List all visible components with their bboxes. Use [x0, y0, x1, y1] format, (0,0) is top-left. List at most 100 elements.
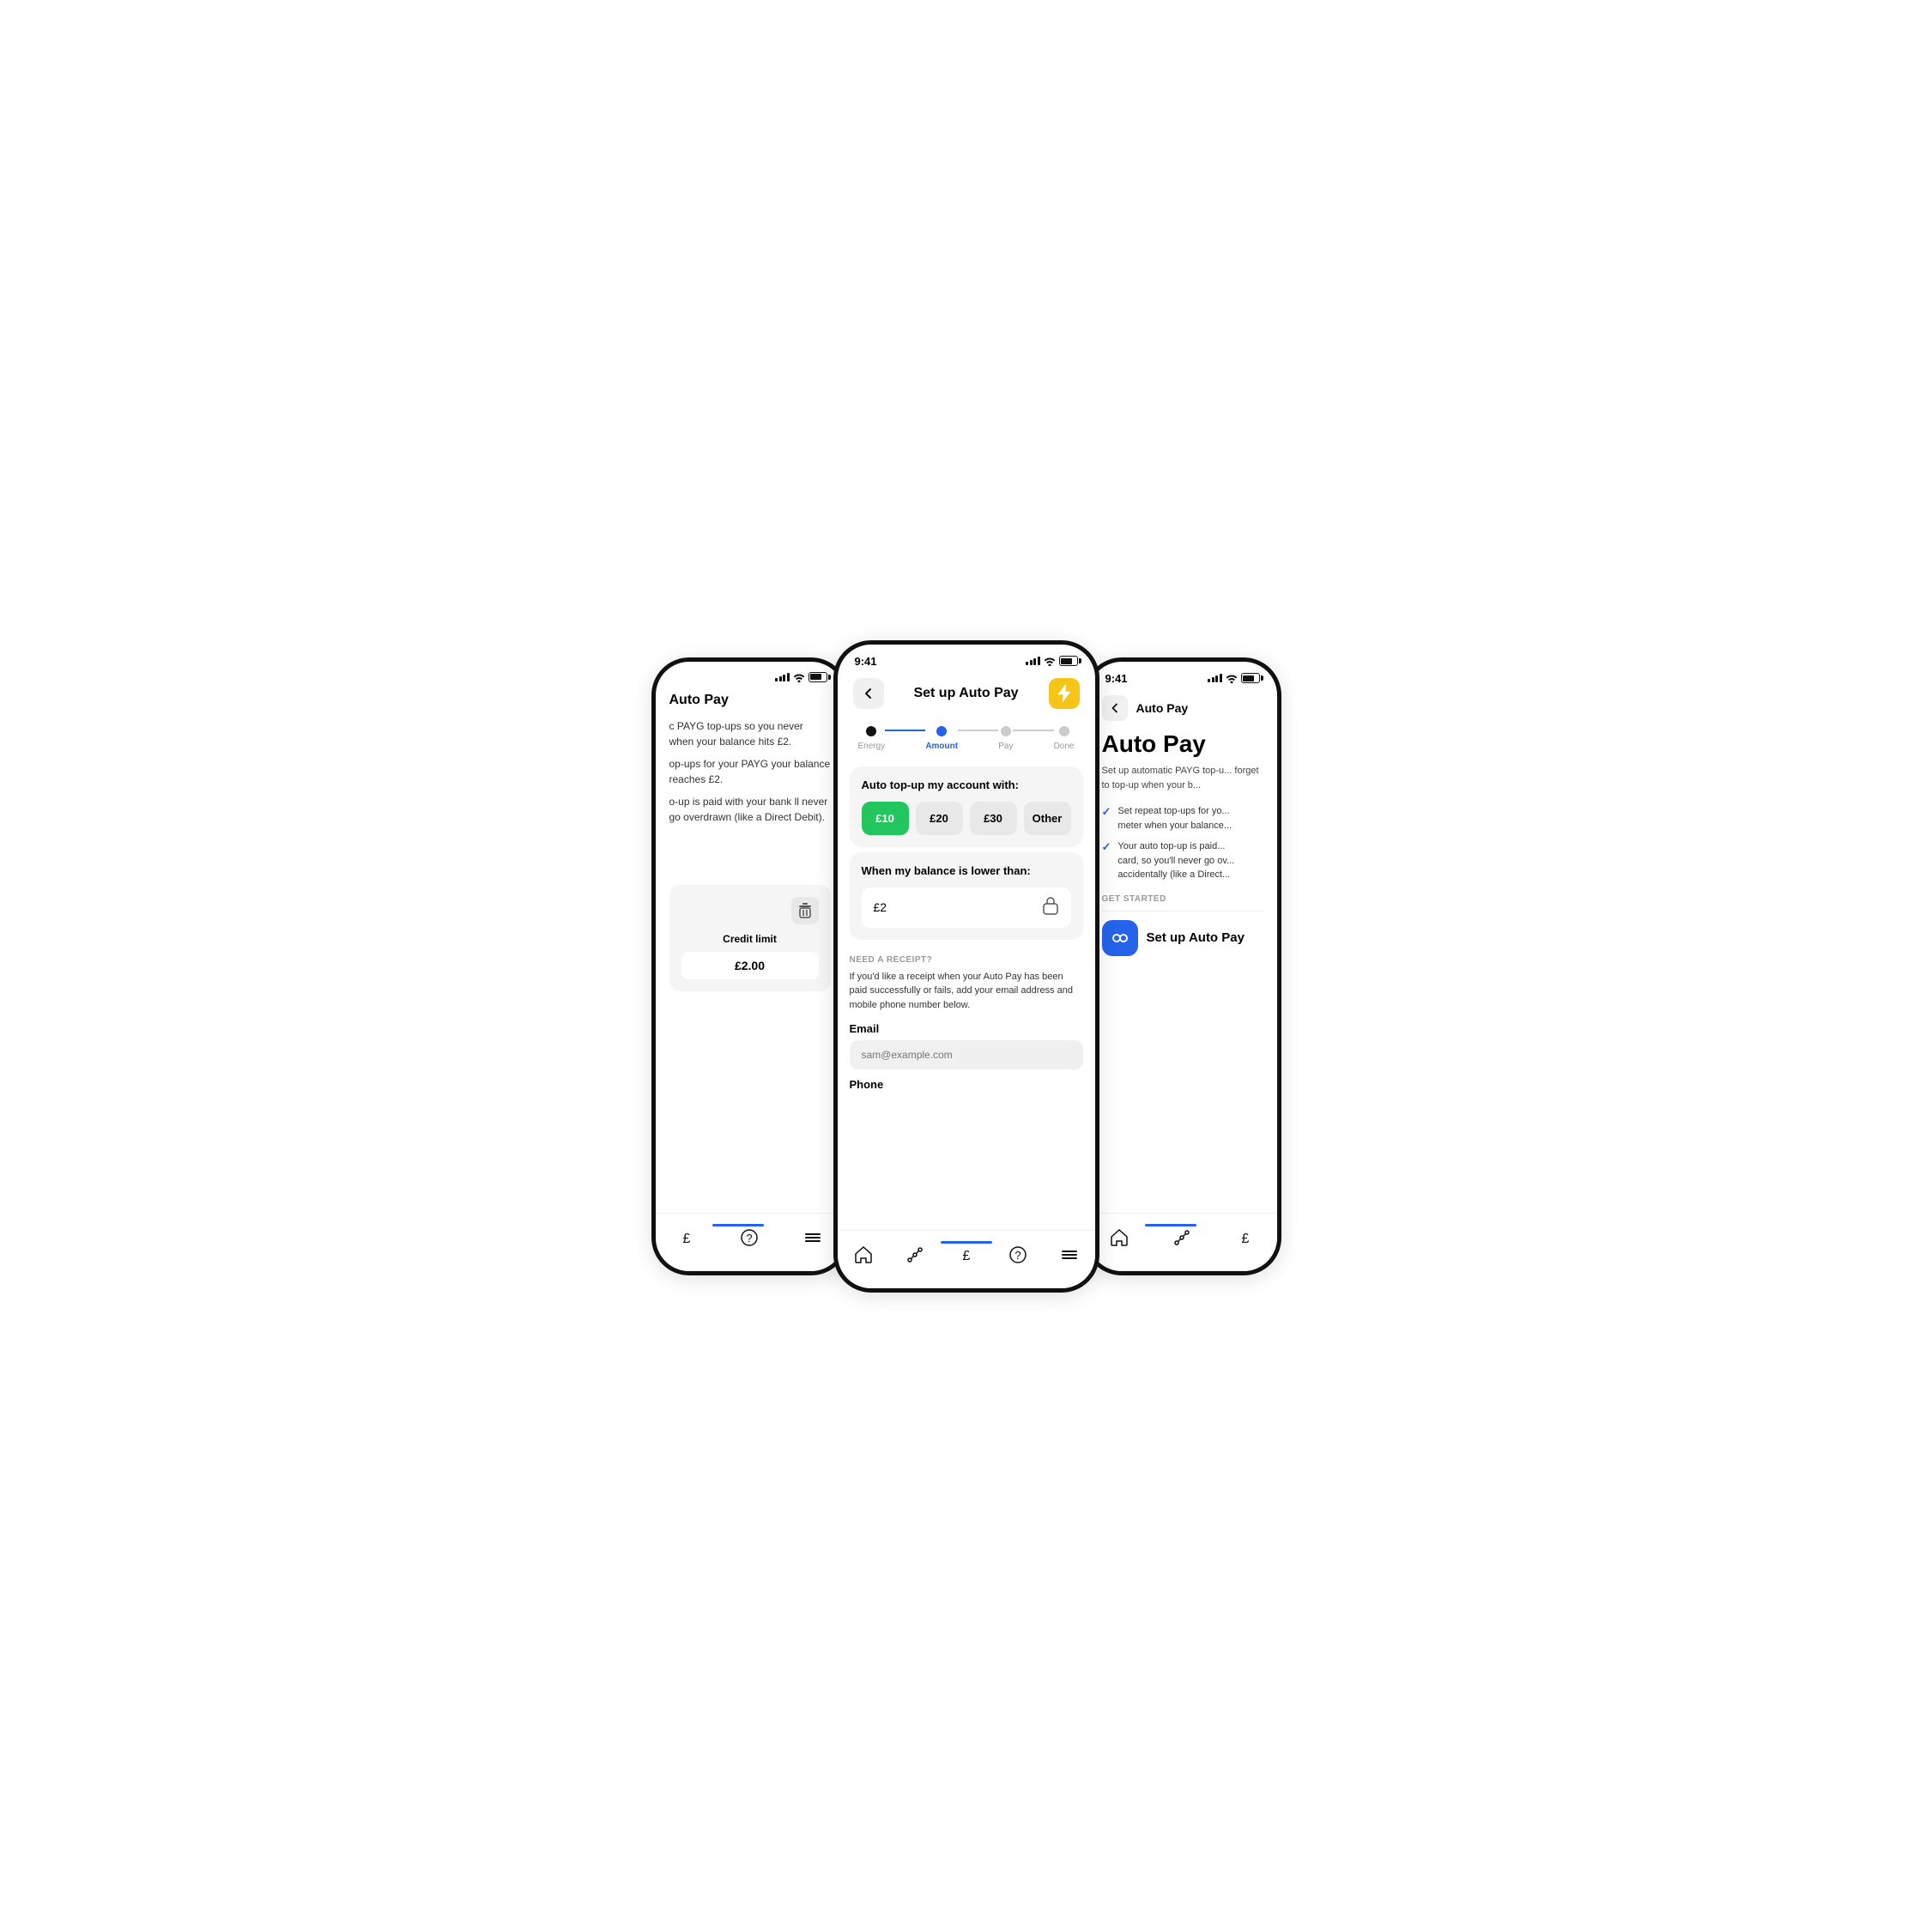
step-energy: Energy — [858, 726, 886, 751]
check-mark-2: ✓ — [1102, 840, 1111, 854]
center-status-bar: 9:41 — [838, 645, 1095, 671]
lightning-icon — [1057, 685, 1071, 702]
left-nav-menu[interactable] — [803, 1228, 822, 1247]
center-nav-menu[interactable] — [1060, 1245, 1079, 1264]
right-nav-home[interactable] — [1110, 1228, 1129, 1247]
right-battery-icon — [1241, 673, 1260, 683]
svg-text:?: ? — [747, 1232, 753, 1245]
check-text-1: Set repeat top-ups for yo...meter when y… — [1117, 804, 1232, 833]
step-label-amount: Amount — [925, 742, 958, 751]
receipt-section: NEED A RECEIPT? If you'd like a receipt … — [838, 945, 1095, 1100]
step-dot-energy — [866, 726, 876, 736]
amount-card: Auto top-up my account with: £10 £20 £30… — [850, 766, 1083, 847]
balance-card: When my balance is lower than: £2 — [850, 852, 1083, 940]
amount-card-title: Auto top-up my account with: — [862, 778, 1071, 791]
phone-field-label: Phone — [850, 1078, 1083, 1091]
step-label-energy: Energy — [858, 742, 886, 751]
center-hamburger-icon — [1060, 1245, 1079, 1264]
credit-limit-value: £2.00 — [681, 952, 819, 979]
balance-row: £2 — [862, 887, 1071, 928]
center-help-icon: ? — [1008, 1245, 1027, 1264]
setup-button-row[interactable]: Set up Auto Pay — [1102, 920, 1263, 956]
right-phone: 9:41 Auto Pay — [1084, 657, 1281, 1275]
left-phone-content: Auto Pay c PAYG top-ups so you never whe… — [656, 686, 845, 1209]
center-nav-help[interactable]: ? — [1008, 1245, 1027, 1264]
balance-card-title: When my balance is lower than: — [862, 864, 1071, 877]
infinity-icon-button[interactable] — [1102, 920, 1138, 956]
hamburger-icon — [803, 1228, 822, 1247]
check-mark-1: ✓ — [1102, 805, 1111, 819]
get-started-label: GET STARTED — [1102, 894, 1263, 904]
center-nav-billing[interactable]: £ — [957, 1245, 976, 1264]
center-signal-icon — [1026, 657, 1040, 665]
step-pay: Pay — [998, 726, 1013, 751]
amount-btn-30[interactable]: £30 — [970, 802, 1017, 835]
left-body-text-3: o-up is paid with your bank ll never go … — [669, 794, 831, 825]
left-body-text-2: op-ups for your PAYG your balance reache… — [669, 756, 831, 787]
left-header-title: Auto Pay — [669, 686, 831, 718]
infinity-icon — [1111, 932, 1130, 944]
svg-text:?: ? — [1014, 1249, 1021, 1262]
autopay-desc: Set up automatic PAYG top-u... forget to… — [1102, 764, 1263, 792]
amount-btn-other[interactable]: Other — [1024, 802, 1071, 835]
balance-value: £2 — [874, 900, 887, 914]
right-nav-indicator — [1145, 1224, 1196, 1226]
left-phone: Auto Pay c PAYG top-ups so you never whe… — [651, 657, 849, 1275]
center-header-row: Set up Auto Pay — [838, 671, 1095, 716]
credit-limit-label: Credit limit — [681, 933, 819, 945]
home-icon — [854, 1245, 873, 1264]
left-nav-indicator — [712, 1224, 764, 1226]
right-signal-icon — [1208, 674, 1222, 682]
center-nav-graph[interactable] — [905, 1245, 924, 1264]
lightning-button[interactable] — [1049, 678, 1080, 709]
right-nav-billing[interactable]: £ — [1236, 1228, 1255, 1247]
back-arrow-icon — [862, 687, 875, 700]
back-button[interactable] — [853, 678, 884, 709]
receipt-desc: If you'd like a receipt when your Auto P… — [850, 970, 1083, 1013]
step-dot-amount — [936, 726, 947, 736]
email-input[interactable] — [850, 1040, 1083, 1069]
right-wifi-icon — [1226, 673, 1238, 683]
left-nav-billing[interactable]: £ — [677, 1228, 696, 1247]
center-billing-icon: £ — [957, 1245, 976, 1264]
step-dot-done — [1059, 726, 1069, 736]
connector-3 — [1013, 730, 1053, 731]
right-back-button[interactable] — [1102, 695, 1128, 721]
amount-btn-10[interactable]: £10 — [862, 802, 909, 835]
right-page-title: Auto Pay — [1136, 701, 1189, 715]
right-status-icons — [1208, 673, 1260, 683]
lock-icon — [1042, 896, 1059, 919]
amount-btn-20[interactable]: £20 — [916, 802, 963, 835]
right-back-arrow-icon — [1109, 702, 1121, 714]
receipt-label: NEED A RECEIPT? — [850, 955, 1083, 965]
right-nav-graph[interactable] — [1172, 1228, 1191, 1247]
right-status-bar: 9:41 — [1088, 662, 1277, 688]
step-amount: Amount — [925, 726, 958, 751]
signal-icon — [775, 673, 790, 681]
left-nav-help[interactable]: ? — [740, 1228, 759, 1247]
svg-text:£: £ — [683, 1232, 691, 1246]
trash-icon[interactable] — [791, 897, 819, 924]
setup-button-label: Set up Auto Pay — [1147, 930, 1245, 945]
center-wifi-icon — [1044, 656, 1056, 666]
step-label-done: Done — [1054, 742, 1075, 751]
wifi-icon — [793, 672, 805, 682]
center-nav-home[interactable] — [854, 1245, 873, 1264]
svg-text:£: £ — [1241, 1232, 1249, 1246]
center-time: 9:41 — [855, 655, 877, 668]
right-home-icon — [1110, 1228, 1129, 1247]
center-bottom-nav: £ ? — [838, 1230, 1095, 1288]
email-field-label: Email — [850, 1022, 1083, 1035]
connector-1 — [885, 730, 925, 731]
graph-icon — [905, 1245, 924, 1264]
step-label-pay: Pay — [998, 742, 1013, 751]
left-status-bar — [656, 662, 845, 686]
center-page-title: Set up Auto Pay — [913, 686, 1018, 701]
step-dot-pay — [1001, 726, 1011, 736]
autopay-heading: Auto Pay — [1102, 731, 1263, 758]
check-text-2: Your auto top-up is paid...card, so you'… — [1117, 839, 1234, 882]
check-item-2: ✓ Your auto top-up is paid...card, so yo… — [1102, 839, 1263, 882]
billing-icon: £ — [677, 1228, 696, 1247]
right-graph-icon — [1172, 1228, 1191, 1247]
center-phone: 9:41 Set up Auto Pay — [833, 640, 1099, 1293]
